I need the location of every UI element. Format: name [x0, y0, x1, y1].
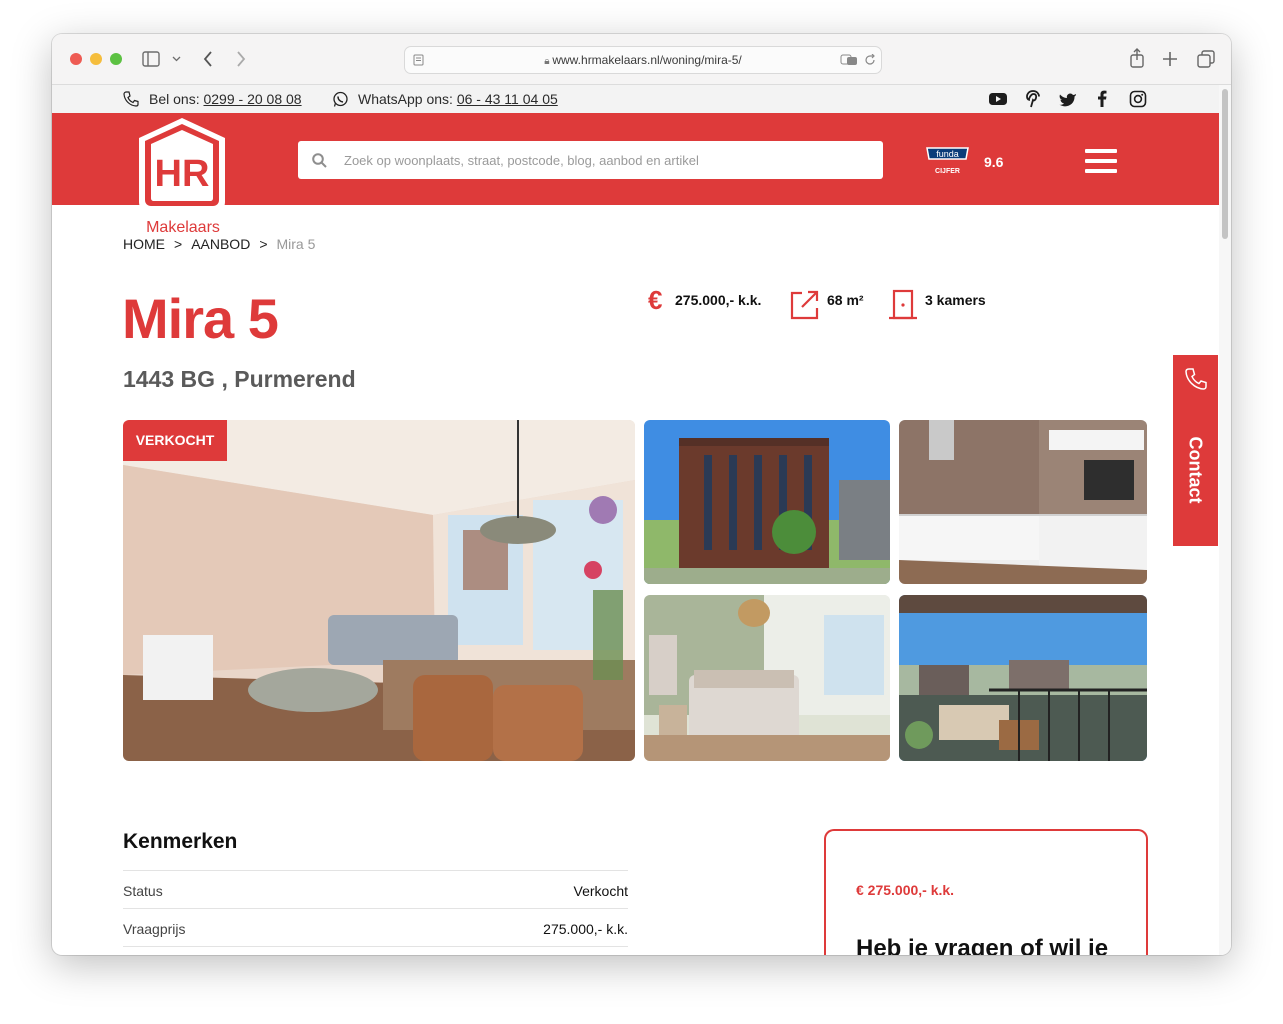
contact-tab-label: Contact — [1185, 436, 1206, 504]
photo-kitchen[interactable] — [899, 420, 1147, 584]
price-stat: 275.000,- k.k. — [675, 292, 762, 308]
phone-link[interactable]: 0299 - 20 08 08 — [203, 91, 301, 107]
main-photo-living-room[interactable] — [123, 420, 635, 761]
menu-icon[interactable] — [1085, 149, 1117, 177]
close-window-button[interactable] — [70, 53, 82, 65]
back-icon[interactable] — [202, 50, 214, 68]
svg-text:€: € — [648, 286, 662, 314]
hr-makelaars-logo[interactable]: HR — [136, 116, 228, 214]
kenmerken-title: Kenmerken — [123, 830, 238, 853]
row-value: 275.000,- k.k. — [543, 921, 628, 937]
row-label: Status — [123, 883, 163, 899]
photo-balcony[interactable] — [899, 595, 1147, 761]
sidebox-price: € 275.000,- k.k. — [856, 882, 955, 898]
twitter-icon[interactable] — [1059, 92, 1077, 107]
phone-icon — [123, 91, 139, 107]
page-title: Mira 5 — [122, 287, 279, 350]
funda-sub: CIJFER — [935, 168, 960, 175]
search-icon — [312, 153, 327, 168]
translate-icon[interactable] — [840, 54, 858, 66]
breadcrumb-aanbod[interactable]: AANBOD — [191, 236, 250, 252]
table-row: Status Verkocht — [123, 870, 628, 908]
breadcrumb-current: Mira 5 — [276, 236, 316, 252]
url-text: www.hrmakelaars.nl/woning/mira-5/ — [552, 53, 742, 67]
phone-prefix: Bel ons: — [149, 91, 200, 107]
logo-text: Makelaars — [146, 219, 220, 236]
breadcrumb: HOME > AANBOD > Mira 5 — [123, 236, 315, 252]
door-icon — [889, 289, 917, 320]
zoom-window-button[interactable] — [110, 53, 122, 65]
browser-toolbar: 🔒︎ www.hrmakelaars.nl/woning/mira-5/ — [52, 34, 1231, 85]
facebook-icon[interactable] — [1097, 90, 1107, 108]
sold-badge: VERKOCHT — [123, 420, 227, 461]
funda-score: 9.6 — [984, 154, 1004, 170]
area-stat: 68 m² — [827, 292, 864, 308]
photo-exterior[interactable] — [644, 420, 890, 584]
breadcrumb-separator: > — [259, 236, 268, 252]
instagram-icon[interactable] — [1129, 90, 1147, 108]
minimize-window-button[interactable] — [90, 53, 102, 65]
address-bar[interactable]: 🔒︎ www.hrmakelaars.nl/woning/mira-5/ — [404, 46, 882, 74]
sidebar-icon[interactable] — [142, 51, 160, 67]
table-row: Vraagprijs 275.000,- k.k. — [123, 908, 628, 946]
table-divider — [123, 946, 628, 947]
search-placeholder: Zoek op woonplaats, straat, postcode, bl… — [344, 153, 699, 168]
property-address: 1443 BG , Purmerend — [123, 366, 356, 392]
whatsapp-icon — [333, 91, 348, 107]
logo-letters: HR — [155, 153, 210, 195]
contact-topbar: Bel ons: 0299 - 20 08 08 WhatsApp ons: 0… — [52, 85, 1219, 113]
page-scrollbar[interactable] — [1219, 85, 1231, 955]
reload-icon[interactable] — [864, 54, 876, 66]
tab-overview-icon[interactable] — [1197, 50, 1215, 68]
chevron-down-icon[interactable] — [172, 56, 181, 62]
whatsapp-prefix: WhatsApp ons: — [358, 91, 453, 107]
new-tab-icon[interactable] — [1162, 51, 1178, 67]
area-icon — [790, 290, 819, 320]
breadcrumb-separator: > — [174, 236, 183, 252]
search-field[interactable]: Zoek op woonplaats, straat, postcode, bl… — [298, 141, 883, 179]
rooms-stat: 3 kamers — [925, 292, 986, 308]
funda-badge[interactable]: funda CIJFER — [925, 144, 970, 179]
photo-bedroom[interactable] — [644, 595, 890, 761]
browser-window: 🔒︎ www.hrmakelaars.nl/woning/mira-5/ Bel… — [52, 34, 1231, 955]
funda-label: funda — [936, 149, 959, 159]
youtube-icon[interactable] — [989, 92, 1007, 106]
sidebox-heading: Heb je vragen of wil je — [856, 935, 1109, 955]
forward-icon[interactable] — [235, 50, 247, 68]
row-label: Vraagprijs — [123, 921, 186, 937]
scrollbar-thumb[interactable] — [1222, 89, 1228, 239]
breadcrumb-home[interactable]: HOME — [123, 236, 165, 252]
phone-icon — [1185, 368, 1207, 390]
euro-icon: € — [648, 286, 662, 314]
contact-box: € 275.000,- k.k. Heb je vragen of wil je — [824, 829, 1148, 955]
pinterest-icon[interactable] — [1026, 90, 1040, 108]
row-value: Verkocht — [573, 883, 628, 899]
share-icon[interactable] — [1129, 48, 1145, 68]
whatsapp-link[interactable]: 06 - 43 11 04 05 — [457, 91, 558, 107]
